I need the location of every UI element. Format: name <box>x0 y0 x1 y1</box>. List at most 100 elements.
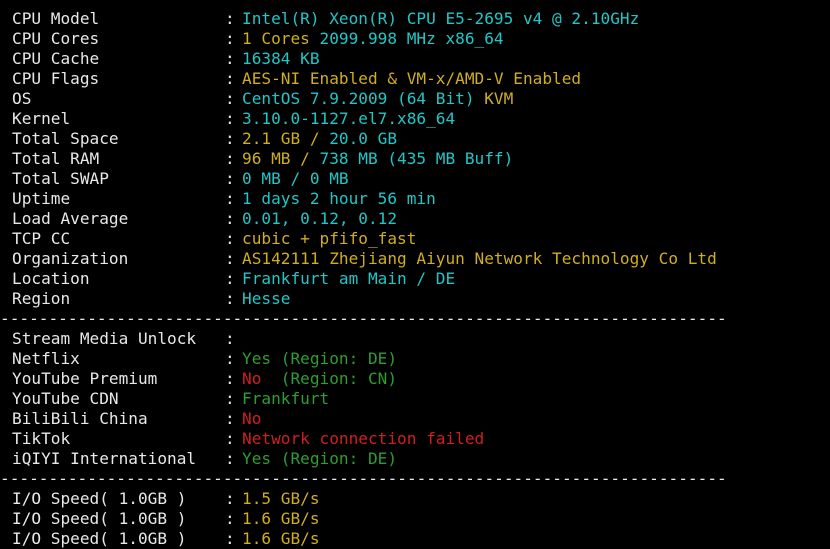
row-value: AES-NI Enabled & VM-x/AMD-V Enabled <box>242 69 581 89</box>
row-colon: : <box>225 409 235 428</box>
media-unlock-header: Stream Media Unlock: <box>12 329 830 349</box>
row-colon: : <box>225 269 235 288</box>
row-value: CentOS 7.9.2009 (64 Bit) KVM <box>242 89 513 109</box>
row-colon: : <box>225 169 235 188</box>
row-label: I/O Speed( 1.0GB ) <box>12 509 187 528</box>
row-value: 0 MB / 0 MB <box>242 169 349 189</box>
row-value: 0.01, 0.12, 0.12 <box>242 209 397 229</box>
value-segment: AS142111 Zhejiang Aiyun Network Technolo… <box>242 249 717 268</box>
row-colon: : <box>225 209 235 228</box>
io-speed-row: I/O Speed( 1.0GB ):1.5 GB/s <box>12 489 830 509</box>
row-label: Kernel <box>12 109 71 128</box>
row-label: Load Average <box>12 209 129 228</box>
media-unlock-row: iQIYI International: Yes (Region: DE) <box>12 449 830 469</box>
row-value: cubic + pfifo_fast <box>242 229 416 249</box>
value-segment: 16384 KB <box>242 49 320 68</box>
row-label: Total RAM <box>12 149 100 168</box>
row-colon: : <box>225 389 235 408</box>
system-info-row: OS: CentOS 7.9.2009 (64 Bit) KVM <box>12 89 830 109</box>
row-colon: : <box>225 249 235 268</box>
row-value: No (Region: CN) <box>242 369 397 389</box>
row-label: CPU Model <box>12 9 100 28</box>
separator-line: ----------------------------------------… <box>0 309 727 328</box>
value-segment: 0.01, 0.12, 0.12 <box>242 209 398 228</box>
row-colon: : <box>225 349 235 368</box>
system-info-row: Uptime:1 days 2 hour 56 min <box>12 189 830 209</box>
value-segment: 3.10.0-1127.el7.x86_64 <box>242 109 456 128</box>
row-value: Hesse <box>242 289 290 309</box>
row-colon: : <box>225 429 235 448</box>
value-segment: (Region: CN) <box>271 369 398 388</box>
row-colon: : <box>225 529 235 548</box>
system-info-row: Total Space:2.1 GB / 20.0 GB <box>12 129 830 149</box>
row-label: Uptime <box>12 189 71 208</box>
row-label: iQIYI International <box>12 449 197 468</box>
io-speed-row: I/O Speed( 1.0GB ):1.6 GB/s <box>12 509 830 529</box>
value-segment: 2.1 GB / <box>242 129 330 148</box>
row-label: Total SWAP <box>12 169 109 188</box>
system-info-row: CPU Model: Intel(R) Xeon(R) CPU E5-2695 v… <box>12 9 830 29</box>
row-label: YouTube Premium <box>12 369 158 388</box>
row-label: Total Space <box>12 129 119 148</box>
value-segment: 2099.998 MHz x86_64 <box>319 29 504 48</box>
row-label: CPU Cache <box>12 49 100 68</box>
system-info-row: Total RAM:96 MB / 738 MB (435 MB Buff) <box>12 149 830 169</box>
value-segment: 20.0 GB <box>329 129 398 148</box>
value-segment: 1.5 GB/s <box>242 489 320 508</box>
separator-line: ----------------------------------------… <box>0 469 727 488</box>
row-label: CPU Cores <box>12 29 100 48</box>
row-value: 1 Cores 2099.998 MHz x86_64 <box>242 29 504 49</box>
row-label: BiliBili China <box>12 409 148 428</box>
row-colon: : <box>225 449 235 468</box>
row-label: TCP CC <box>12 229 71 248</box>
row-value: 1.5 GB/s <box>242 489 320 509</box>
row-value: 1 days 2 hour 56 min <box>242 189 436 209</box>
row-label: CPU Flags <box>12 69 100 88</box>
value-segment: AES-NI Enabled & VM-x/AMD-V Enabled <box>242 69 582 88</box>
row-value: 1.6 GB/s <box>242 509 320 529</box>
row-colon: : <box>225 89 235 108</box>
terminal-output: CPU Model: Intel(R) Xeon(R) CPU E5-2695 v… <box>0 9 830 549</box>
system-info-row: Region: Hesse <box>12 289 830 309</box>
row-colon: : <box>225 29 235 48</box>
value-segment: Frankfurt am Main / DE <box>242 269 456 288</box>
row-label: OS <box>12 89 32 108</box>
row-value: No <box>242 409 261 429</box>
row-label: Region <box>12 289 71 308</box>
system-info-row: Organization: AS142111 Zhejiang Aiyun Net… <box>12 249 830 269</box>
row-colon: : <box>225 49 235 68</box>
value-segment: Yes (Region: DE) <box>242 449 398 468</box>
row-value: Frankfurt am Main / DE <box>242 269 455 289</box>
row-value: 3.10.0-1127.el7.x86_64 <box>242 109 455 129</box>
media-unlock-row: YouTube CDN: Frankfurt <box>12 389 830 409</box>
row-colon: : <box>225 229 235 248</box>
value-segment: 738 MB <box>319 149 388 168</box>
value-segment: Network connection failed <box>242 429 485 448</box>
row-value: 16384 KB <box>242 49 320 69</box>
system-info-row: Total SWAP:0 MB / 0 MB <box>12 169 830 189</box>
row-value: Intel(R) Xeon(R) CPU E5-2695 v4 @ 2.10GH… <box>242 9 639 29</box>
value-segment: Frankfurt <box>242 389 330 408</box>
row-colon: : <box>225 289 235 308</box>
row-value: 96 MB / 738 MB (435 MB Buff) <box>242 149 513 169</box>
row-value: Yes (Region: DE) <box>242 449 397 469</box>
value-segment: Yes (Region: DE) <box>242 349 398 368</box>
row-colon: : <box>225 509 235 528</box>
row-colon: : <box>225 9 235 28</box>
system-info-row: Kernel:3.10.0-1127.el7.x86_64 <box>12 109 830 129</box>
value-segment: 1 days 2 hour 56 min <box>242 189 436 208</box>
row-colon: : <box>225 149 235 168</box>
system-info-row: CPU Cores:1 Cores 2099.998 MHz x86_64 <box>12 29 830 49</box>
row-label: TikTok <box>12 429 71 448</box>
system-info-row: CPU Cache:16384 KB <box>12 49 830 69</box>
row-colon: : <box>225 329 235 348</box>
value-segment: Hesse <box>242 289 291 308</box>
row-label: Organization <box>12 249 129 268</box>
media-unlock-row: BiliBili China: No <box>12 409 830 429</box>
value-segment: 0 MB <box>309 169 349 188</box>
value-segment: CentOS 7.9.2009 (64 Bit) <box>242 89 485 108</box>
row-colon: : <box>225 369 235 388</box>
value-segment: No <box>242 369 272 388</box>
row-label: I/O Speed( 1.0GB ) <box>12 489 187 508</box>
value-segment: 0 MB / <box>242 169 310 188</box>
